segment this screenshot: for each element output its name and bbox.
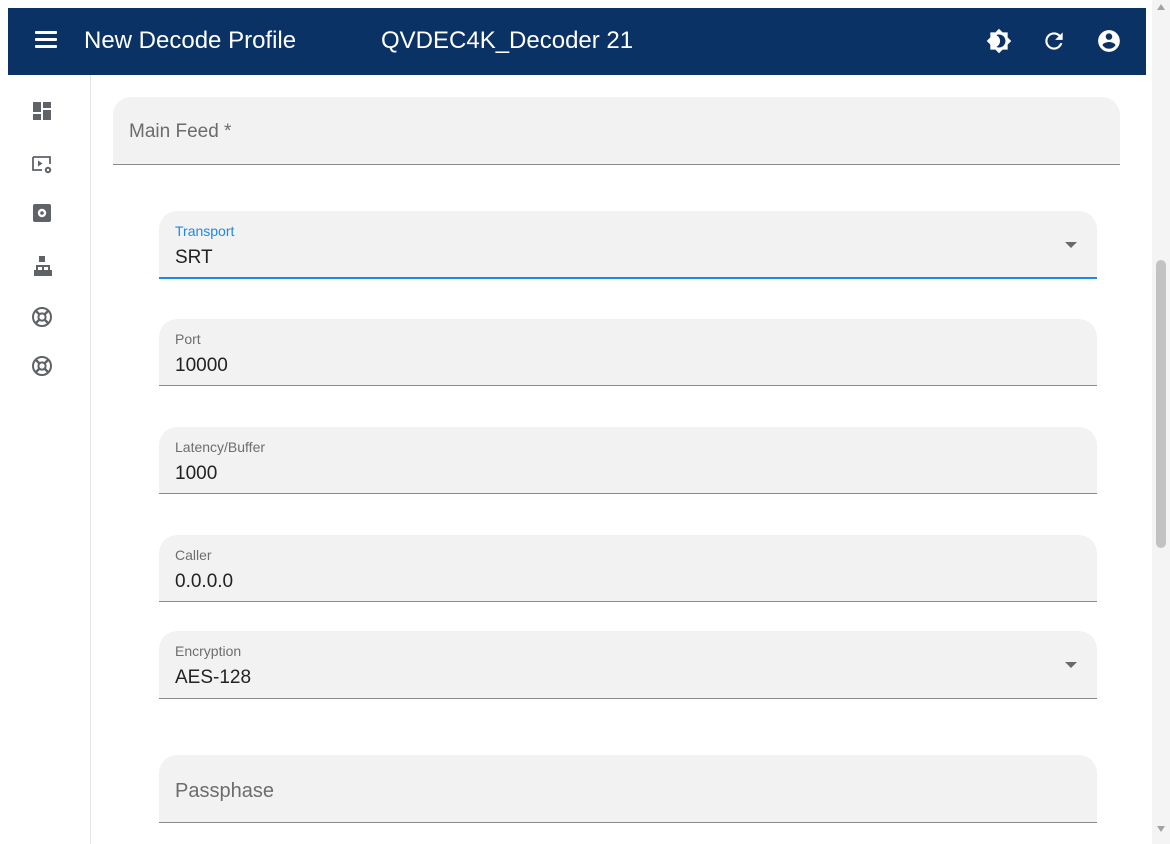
latency-buffer-field[interactable]: Latency/Buffer 1000 <box>159 427 1097 494</box>
dropdown-arrow-icon[interactable] <box>1065 242 1077 248</box>
account-icon[interactable] <box>1096 28 1122 54</box>
caller-label: Caller <box>175 547 212 563</box>
caller-field[interactable]: Caller 0.0.0.0 <box>159 535 1097 602</box>
encryption-label: Encryption <box>175 643 242 659</box>
theme-toggle-icon[interactable] <box>986 28 1012 54</box>
encryption-select[interactable]: Encryption AES-128 <box>159 631 1097 699</box>
scroll-down-arrow-icon[interactable] <box>1157 826 1165 832</box>
passphrase-placeholder: Passphase <box>175 780 274 802</box>
encryption-value: AES-128 <box>175 667 252 688</box>
transport-select[interactable]: Transport SRT <box>159 211 1097 279</box>
latency-buffer-value: 1000 <box>175 463 218 484</box>
caller-value: 0.0.0.0 <box>175 571 234 592</box>
dashboard-icon[interactable] <box>30 99 54 123</box>
network-icon[interactable] <box>30 254 54 278</box>
port-field[interactable]: Port 10000 <box>159 319 1097 386</box>
support-icon[interactable] <box>30 354 54 378</box>
settings-icon[interactable] <box>30 201 54 225</box>
support-icon[interactable] <box>30 305 54 329</box>
passphrase-field[interactable]: Passphase <box>159 755 1097 823</box>
main-feed-field[interactable]: Main Feed * <box>113 97 1120 165</box>
port-value: 10000 <box>175 355 228 376</box>
scrollbar-thumb[interactable] <box>1156 260 1166 548</box>
side-navigation <box>8 75 91 844</box>
dropdown-arrow-icon[interactable] <box>1065 662 1077 668</box>
scroll-up-arrow-icon[interactable] <box>1157 4 1165 10</box>
refresh-icon[interactable] <box>1041 28 1067 54</box>
latency-buffer-label: Latency/Buffer <box>175 439 266 455</box>
menu-icon[interactable] <box>35 31 57 51</box>
page-title: New Decode Profile <box>84 27 297 54</box>
transport-label: Transport <box>175 223 235 239</box>
video-settings-icon[interactable] <box>30 152 54 176</box>
port-label: Port <box>175 331 201 347</box>
main-feed-placeholder: Main Feed * <box>129 121 232 142</box>
device-name: QVDEC4K_Decoder 21 <box>381 27 634 54</box>
top-app-bar: New Decode Profile QVDEC4K_Decoder 21 <box>8 8 1146 75</box>
transport-value: SRT <box>175 247 213 268</box>
vertical-scrollbar[interactable] <box>1152 0 1170 844</box>
